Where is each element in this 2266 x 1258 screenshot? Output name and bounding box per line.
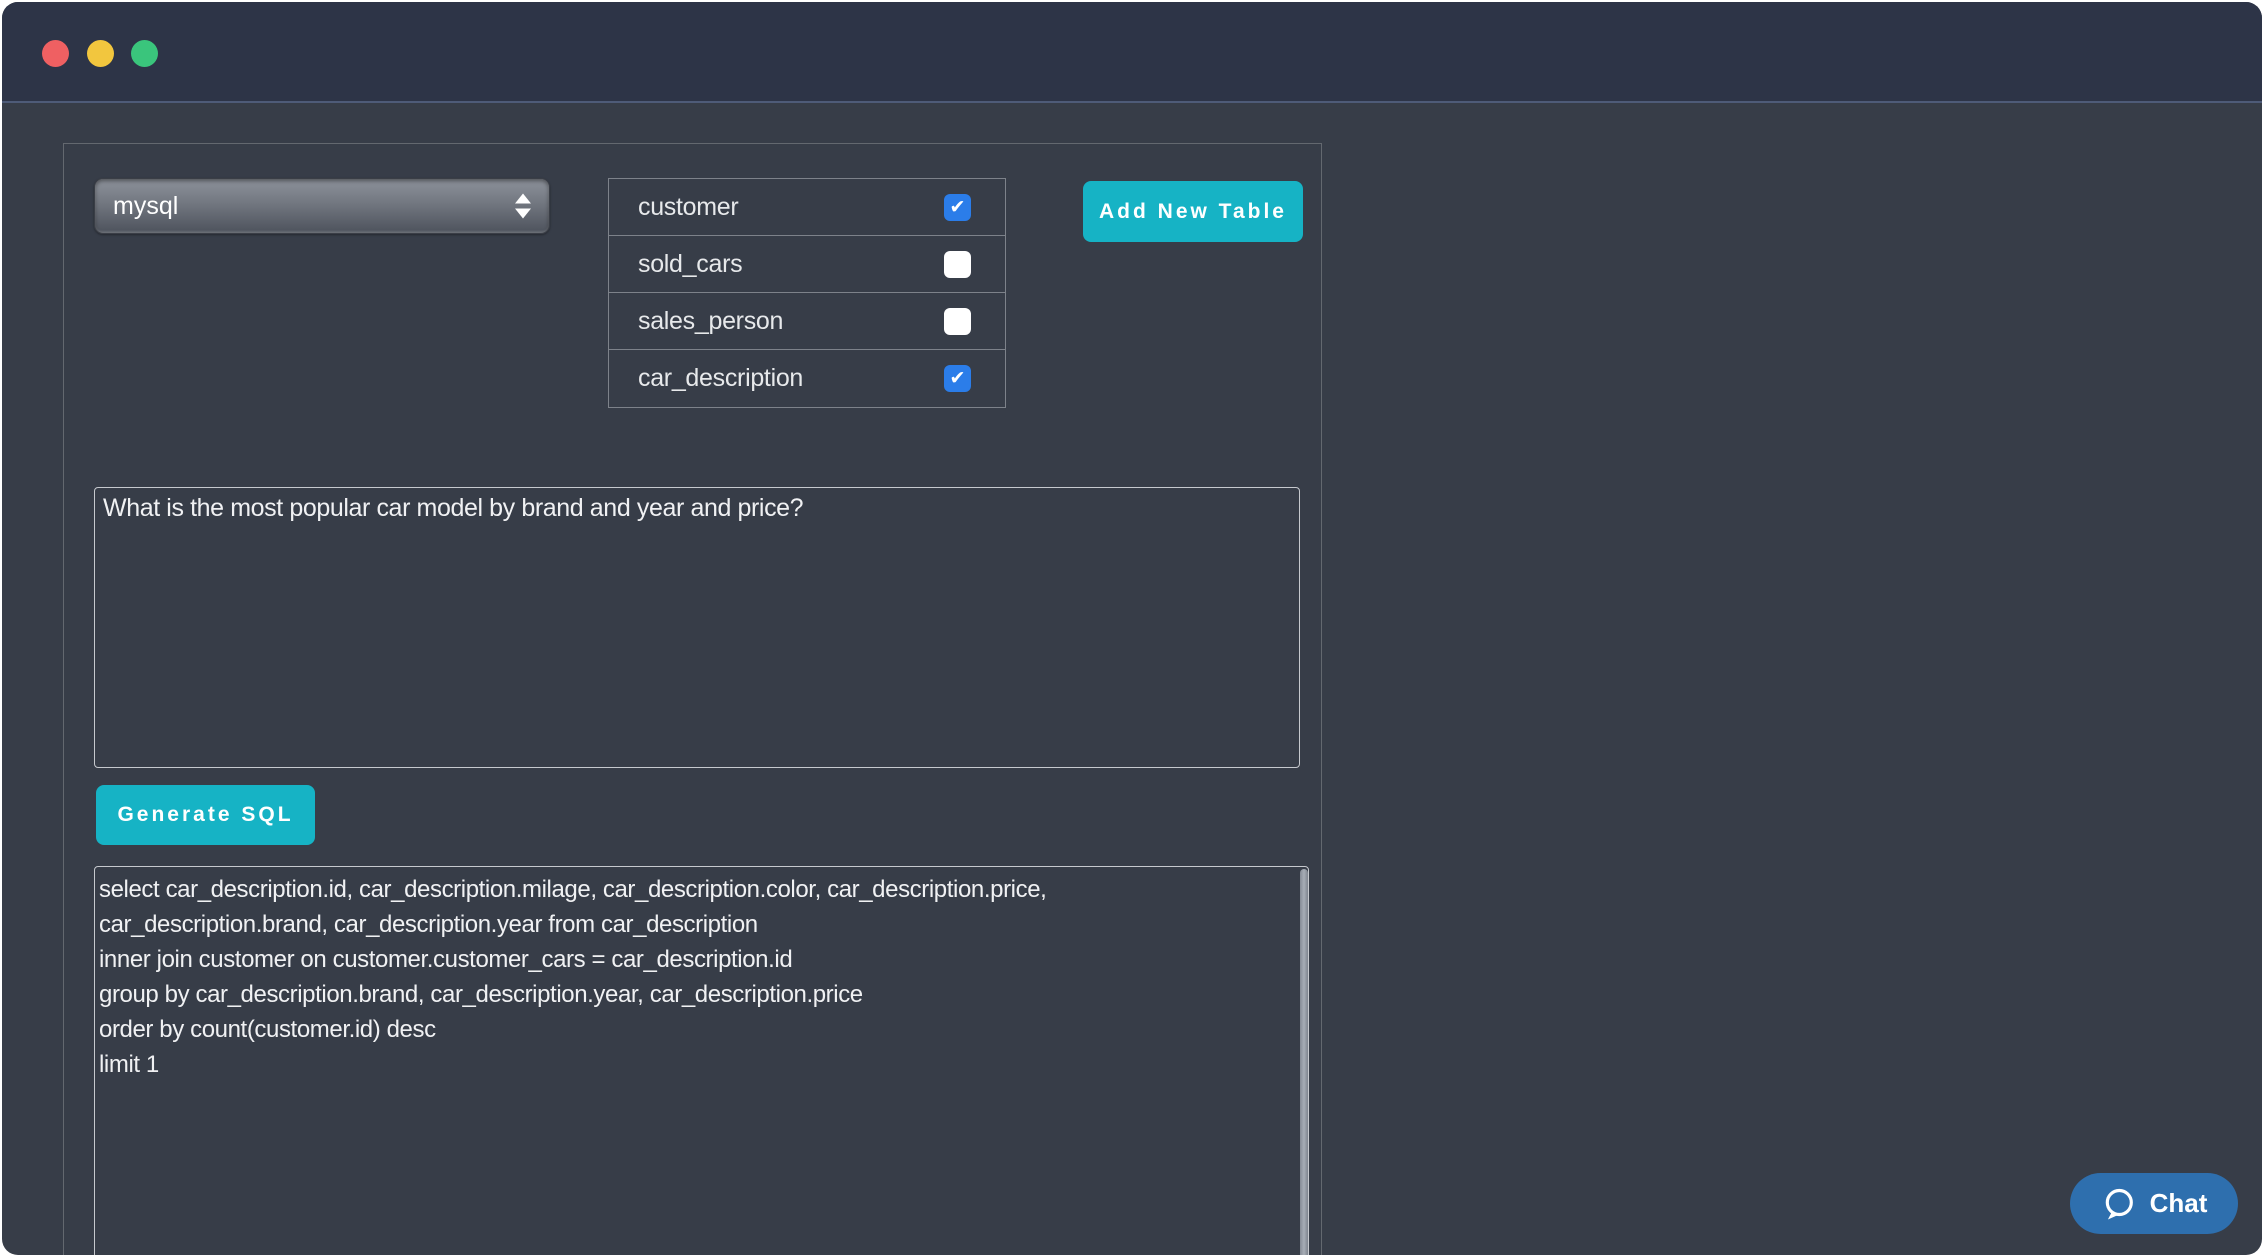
table-checkbox[interactable] <box>944 308 971 335</box>
window-titlebar <box>2 2 2262 103</box>
question-input[interactable]: What is the most popular car model by br… <box>94 487 1300 768</box>
close-button[interactable] <box>42 40 69 67</box>
zoom-button[interactable] <box>131 40 158 67</box>
sql-scrollbar[interactable] <box>1300 869 1308 1255</box>
table-checkbox[interactable] <box>944 365 971 392</box>
table-checkbox[interactable] <box>944 251 971 278</box>
table-name-label: car_description <box>638 364 803 393</box>
table-row[interactable]: car_description <box>609 350 1005 407</box>
sql-output-container: select car_description.id, car_descripti… <box>94 866 1309 1255</box>
database-selected-value: mysql <box>113 192 178 221</box>
table-name-label: sales_person <box>638 307 783 336</box>
chat-button-label: Chat <box>2150 1188 2208 1219</box>
table-name-label: sold_cars <box>638 250 742 279</box>
table-checkbox[interactable] <box>944 194 971 221</box>
sql-output[interactable]: select car_description.id, car_descripti… <box>94 866 1309 1255</box>
database-select[interactable]: mysql <box>94 178 550 234</box>
add-new-table-button[interactable]: Add New Table <box>1083 181 1303 242</box>
tables-list: customer sold_cars sales_person car_desc… <box>608 178 1006 408</box>
app-window: mysql customer sold_cars sales_person ca… <box>2 2 2262 1255</box>
query-builder-panel: mysql customer sold_cars sales_person ca… <box>63 143 1322 1255</box>
table-row[interactable]: sold_cars <box>609 236 1005 293</box>
table-row[interactable]: sales_person <box>609 293 1005 350</box>
chat-button[interactable]: Chat <box>2070 1173 2238 1234</box>
table-row[interactable]: customer <box>609 179 1005 236</box>
select-arrows-icon <box>515 194 531 219</box>
table-name-label: customer <box>638 193 738 222</box>
chat-bubble-icon <box>2101 1186 2137 1222</box>
minimize-button[interactable] <box>87 40 114 67</box>
generate-sql-button[interactable]: Generate SQL <box>96 785 315 845</box>
